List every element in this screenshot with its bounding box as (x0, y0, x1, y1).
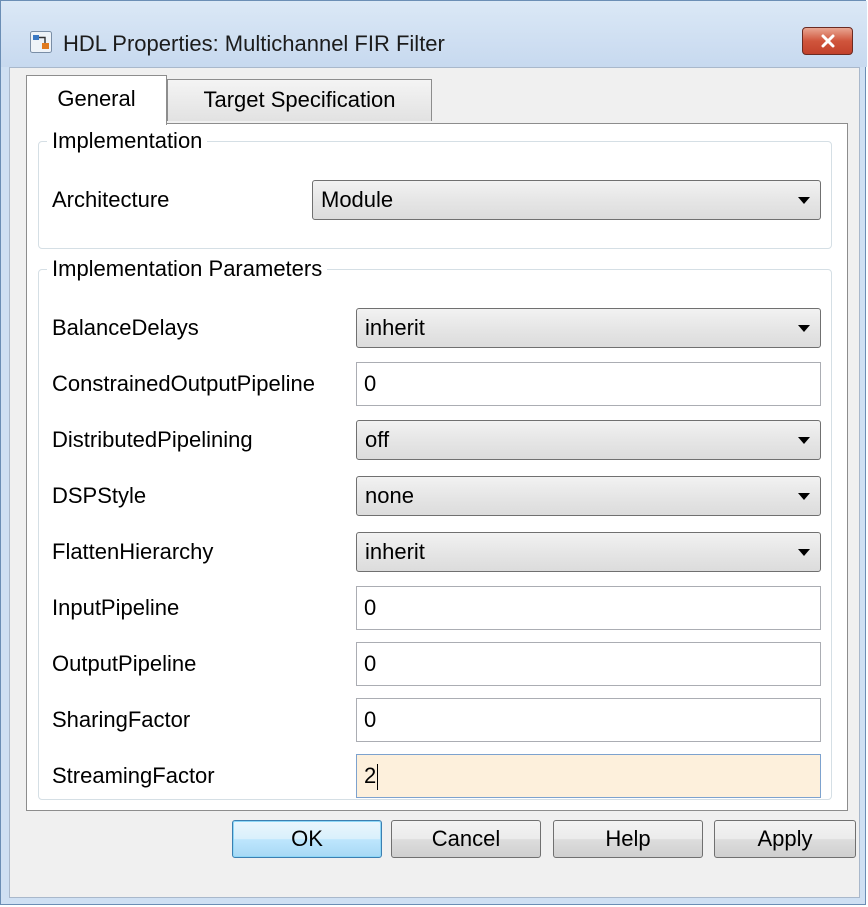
flatten-hierarchy-value: inherit (365, 539, 425, 564)
architecture-label: Architecture (52, 187, 170, 212)
input-pipeline-label: InputPipeline (52, 595, 180, 620)
flatten-hierarchy-dropdown[interactable]: inherit (356, 532, 821, 572)
title-bar[interactable]: HDL Properties: Multichannel FIR Filter (1, 1, 867, 67)
dsp-style-label: DSPStyle (52, 483, 147, 508)
implementation-parameters-group: Implementation Parameters BalanceDelays … (38, 255, 832, 800)
distributed-pipelining-label: DistributedPipelining (52, 427, 253, 452)
dropdown-arrow-icon (798, 493, 810, 500)
dropdown-arrow-icon (798, 197, 810, 204)
constrained-output-pipeline-label: ConstrainedOutputPipeline (52, 371, 315, 396)
help-button[interactable]: Help (553, 820, 703, 858)
architecture-dropdown[interactable]: Module (312, 180, 821, 220)
tab-general[interactable]: General (26, 75, 167, 125)
close-icon (821, 34, 834, 48)
input-pipeline-field[interactable]: 0 (356, 586, 821, 630)
ok-button[interactable]: OK (232, 820, 382, 858)
dialog-window: HDL Properties: Multichannel FIR Filter … (0, 0, 867, 905)
dsp-style-dropdown[interactable]: none (356, 476, 821, 516)
constrained-output-pipeline-field[interactable]: 0 (356, 362, 821, 406)
window-title: HDL Properties: Multichannel FIR Filter (63, 31, 445, 56)
output-pipeline-field[interactable]: 0 (356, 642, 821, 686)
close-button[interactable] (802, 27, 853, 55)
dropdown-arrow-icon (798, 325, 810, 332)
dropdown-arrow-icon (798, 549, 810, 556)
distributed-pipelining-dropdown[interactable]: off (356, 420, 821, 460)
output-pipeline-label: OutputPipeline (52, 651, 197, 676)
flatten-hierarchy-label: FlattenHierarchy (52, 539, 214, 564)
cancel-button[interactable]: Cancel (391, 820, 541, 858)
streaming-factor-field[interactable]: 2 (356, 754, 821, 798)
general-tab-panel: Implementation Architecture Module Imple… (26, 123, 848, 811)
apply-button[interactable]: Apply (714, 820, 856, 858)
sharing-factor-label: SharingFactor (52, 707, 191, 732)
balance-delays-label: BalanceDelays (52, 315, 199, 340)
implementation-group-legend: Implementation (47, 127, 208, 155)
distributed-pipelining-value: off (365, 427, 390, 452)
text-caret (377, 764, 379, 791)
simulink-app-icon (30, 31, 52, 53)
sharing-factor-field[interactable]: 0 (356, 698, 821, 742)
balance-delays-value: inherit (365, 315, 425, 340)
implementation-group: Implementation Architecture Module (38, 127, 832, 249)
dropdown-arrow-icon (798, 437, 810, 444)
tab-target-specification[interactable]: Target Specification (167, 79, 432, 121)
dialog-body: General Target Specification Implementat… (9, 67, 860, 898)
architecture-value: Module (321, 187, 394, 212)
implementation-parameters-legend: Implementation Parameters (47, 255, 328, 283)
dsp-style-value: none (365, 483, 414, 508)
streaming-factor-value: 2 (364, 763, 377, 788)
balance-delays-dropdown[interactable]: inherit (356, 308, 821, 348)
streaming-factor-label: StreamingFactor (52, 763, 215, 788)
